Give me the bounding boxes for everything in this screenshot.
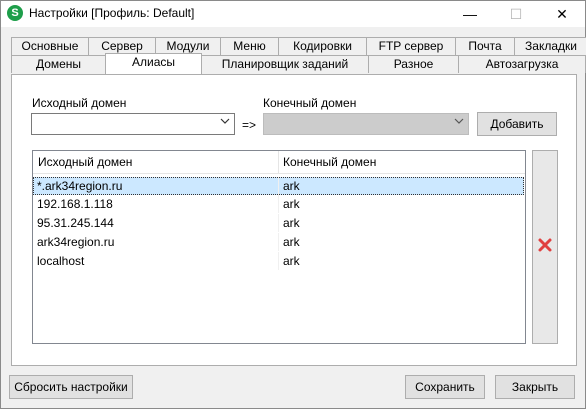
tab-domains[interactable]: Домены (11, 55, 106, 73)
cell-divider (278, 214, 279, 232)
tab-menu[interactable]: Меню (220, 37, 279, 55)
row-source: *.ark34region.ru (37, 179, 123, 193)
tab-aliases[interactable]: Алиасы (105, 53, 202, 74)
column-header-target[interactable]: Конечный домен (283, 155, 376, 169)
aliases-list[interactable]: Исходный домен Конечный домен *.ark34reg… (32, 150, 526, 344)
target-domain-label: Конечный домен (263, 96, 357, 110)
row-source: localhost (37, 254, 85, 268)
cell-divider (278, 195, 279, 213)
chevron-down-icon (220, 116, 230, 129)
target-domain-combo (263, 113, 469, 135)
arrow-label: => (242, 118, 257, 132)
maximize-button: ☐ (509, 6, 523, 22)
cell-divider (278, 233, 279, 251)
column-divider[interactable] (278, 151, 279, 173)
column-header-source[interactable]: Исходный домен (38, 155, 132, 169)
close-button[interactable]: Закрыть (495, 375, 575, 399)
window-title: Настройки [Профиль: Default] (29, 6, 195, 20)
save-button[interactable]: Сохранить (405, 375, 485, 399)
list-item[interactable]: 192.168.1.118 ark (33, 195, 524, 213)
close-window-button[interactable]: ✕ (539, 1, 585, 27)
tab-mail[interactable]: Почта (455, 37, 515, 55)
tab-row-2: Домены Алиасы Планировщик заданий Разное… (11, 53, 586, 74)
list-item[interactable]: ark34region.ru ark (33, 233, 524, 251)
source-domain-label: Исходный домен (32, 96, 127, 110)
tab-bookmarks[interactable]: Закладки (514, 37, 586, 55)
row-target: ark (283, 216, 300, 230)
cell-divider (278, 252, 279, 270)
list-header: Исходный домен Конечный домен (33, 151, 525, 174)
aliases-panel: Исходный домен Конечный домен => Добавит… (11, 74, 577, 366)
row-source: 95.31.245.144 (37, 216, 114, 230)
tab-main[interactable]: Основные (11, 37, 89, 55)
tab-scheduler[interactable]: Планировщик заданий (201, 55, 369, 73)
minimize-button[interactable]: — (447, 1, 493, 27)
cell-divider (278, 177, 279, 195)
tab-encodings[interactable]: Кодировки (278, 37, 367, 55)
row-target: ark (283, 179, 300, 193)
chevron-down-icon (454, 116, 464, 129)
row-source: ark34region.ru (37, 235, 115, 249)
tab-row-1: Основные Сервер Модули Меню Кодировки FT… (11, 37, 586, 56)
tab-autostart[interactable]: Автозагрузка (458, 55, 586, 73)
row-target: ark (283, 254, 300, 268)
reset-settings-button[interactable]: Сбросить настройки (9, 375, 133, 399)
row-target: ark (283, 197, 300, 211)
row-source: 192.168.1.118 (37, 197, 113, 211)
tab-ftp-server[interactable]: FTP сервер (366, 37, 456, 55)
list-item[interactable]: 95.31.245.144 ark (33, 214, 524, 232)
row-target: ark (283, 235, 300, 249)
app-logo-icon: S (7, 5, 23, 21)
source-domain-combo[interactable] (31, 113, 235, 135)
settings-window: S Настройки [Профиль: Default] — ☐ ✕ Осн… (0, 0, 586, 409)
delete-x-icon[interactable] (537, 237, 553, 253)
add-button[interactable]: Добавить (477, 112, 557, 136)
title-bar: S Настройки [Профиль: Default] — ☐ ✕ (1, 1, 585, 27)
list-item[interactable]: localhost ark (33, 252, 524, 270)
delete-side-button[interactable] (532, 150, 558, 344)
tab-misc[interactable]: Разное (368, 55, 459, 73)
list-item[interactable]: *.ark34region.ru ark (33, 177, 524, 195)
